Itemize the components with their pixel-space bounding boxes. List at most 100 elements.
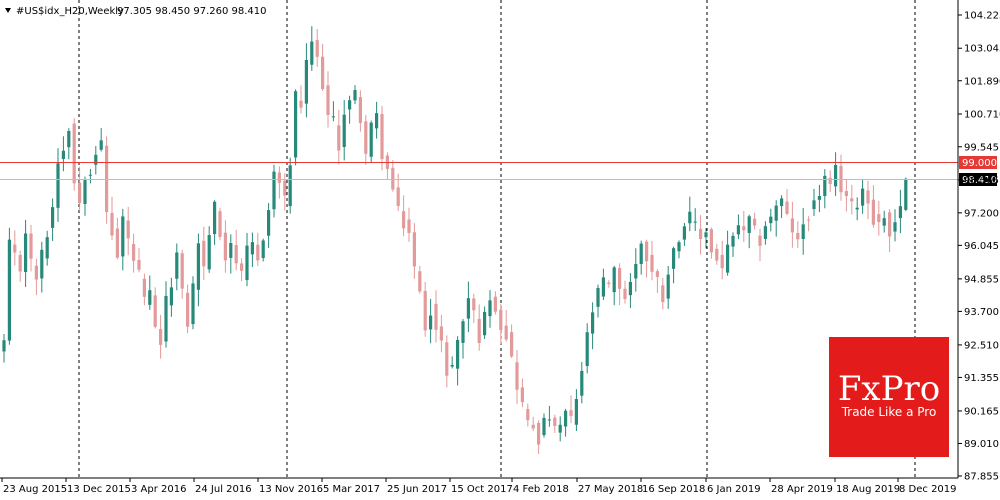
y-tick-label: 97.200 bbox=[964, 208, 999, 219]
candle-body bbox=[623, 288, 627, 300]
candle-body bbox=[445, 342, 449, 376]
x-tick-label: 18 Aug 2019 bbox=[836, 484, 900, 495]
candle-body bbox=[83, 180, 87, 205]
candle-body bbox=[834, 165, 838, 187]
candle-body bbox=[542, 417, 546, 436]
x-tick-label: 6 Jan 2019 bbox=[707, 484, 761, 495]
candle-body bbox=[337, 125, 341, 151]
candle-body bbox=[774, 205, 778, 221]
candle-body bbox=[850, 198, 854, 202]
candle-body bbox=[504, 325, 508, 340]
candle bbox=[294, 89, 298, 166]
candle-body bbox=[2, 340, 6, 352]
candle-body bbox=[56, 163, 60, 208]
candle-body bbox=[693, 221, 697, 223]
candle-body bbox=[218, 211, 222, 237]
candle-body bbox=[321, 56, 325, 90]
y-tick-label: 99.545 bbox=[964, 142, 999, 153]
candle-body bbox=[175, 252, 179, 279]
candle-body bbox=[666, 274, 670, 299]
candle-body bbox=[434, 303, 438, 330]
candle-body bbox=[699, 228, 703, 240]
candle-body bbox=[110, 212, 114, 236]
candle-body bbox=[45, 237, 49, 259]
fxpro-logo: FxPro Trade Like a Pro bbox=[829, 337, 949, 457]
candle-body bbox=[645, 241, 649, 262]
candle-body bbox=[364, 121, 368, 154]
candle-body bbox=[423, 291, 427, 331]
candle-body bbox=[229, 243, 233, 258]
candle-body bbox=[790, 218, 794, 233]
candle-body bbox=[294, 91, 298, 158]
chart-header: #US$idx_H20,Weekly 97.305 98.450 97.260 … bbox=[5, 6, 267, 17]
candle-body bbox=[375, 113, 379, 129]
x-tick-label: 5 Mar 2017 bbox=[323, 484, 380, 495]
candle-body bbox=[715, 248, 719, 261]
candle-body bbox=[720, 254, 724, 269]
candle-body bbox=[40, 249, 44, 279]
candle-body bbox=[196, 243, 200, 290]
candle-body bbox=[796, 232, 800, 240]
candle-body bbox=[24, 233, 28, 273]
candle-body bbox=[396, 187, 400, 206]
x-tick-label: 8 Dec 2019 bbox=[899, 484, 957, 495]
candle-body bbox=[358, 97, 362, 123]
candle-body bbox=[186, 292, 190, 327]
candle-body bbox=[142, 278, 146, 297]
candle-body bbox=[844, 191, 848, 197]
candle-body bbox=[520, 387, 524, 403]
candle-body bbox=[439, 326, 443, 341]
y-tick-label: 94.855 bbox=[964, 274, 999, 285]
x-tick-label: 16 Sep 2018 bbox=[642, 484, 705, 495]
candle-body bbox=[288, 165, 292, 207]
candle-body bbox=[148, 290, 152, 305]
candle-body bbox=[672, 248, 676, 269]
candle-body bbox=[67, 131, 71, 148]
candle-body bbox=[650, 254, 654, 272]
candle bbox=[7, 227, 11, 345]
candle-body bbox=[169, 287, 173, 306]
candle-body bbox=[310, 41, 314, 65]
candle-body bbox=[245, 245, 249, 281]
candle-body bbox=[855, 207, 859, 210]
candle-body bbox=[591, 312, 595, 334]
candle-body bbox=[893, 222, 897, 232]
candle-body bbox=[207, 235, 211, 270]
candle-body bbox=[763, 226, 767, 239]
candle-body bbox=[61, 150, 65, 159]
x-tick-label: 27 May 2018 bbox=[578, 484, 643, 495]
y-tick-label: 103.045 bbox=[964, 44, 1000, 55]
y-tick-label: 90.165 bbox=[964, 406, 999, 417]
x-tick-label: 13 Nov 2016 bbox=[259, 484, 323, 495]
x-tick-label: 25 Jun 2017 bbox=[387, 484, 447, 495]
candle-body bbox=[898, 206, 902, 219]
price-chart: 99.00098.410 104.225103.045101.890100.71… bbox=[0, 0, 1000, 500]
candle-body bbox=[580, 370, 584, 396]
candle bbox=[191, 276, 195, 330]
candle-body bbox=[213, 201, 217, 235]
candle-body bbox=[639, 243, 643, 264]
candle-body bbox=[812, 200, 816, 210]
level-tag-label: 99.000 bbox=[962, 158, 997, 169]
candle-body bbox=[618, 268, 622, 289]
candle-body bbox=[888, 212, 892, 237]
y-tick-label: 98.365 bbox=[964, 176, 999, 187]
candle-body bbox=[402, 211, 406, 229]
candle-body bbox=[126, 220, 130, 239]
y-tick-label: 101.890 bbox=[964, 76, 1000, 87]
candle-body bbox=[882, 218, 886, 226]
candle-body bbox=[153, 295, 157, 327]
y-tick-label: 92.510 bbox=[964, 340, 999, 351]
candle-body bbox=[596, 287, 600, 307]
candle-body bbox=[223, 232, 227, 261]
candle-body bbox=[78, 182, 82, 203]
candle bbox=[105, 136, 109, 224]
candle-body bbox=[483, 311, 487, 336]
candle-body bbox=[202, 240, 206, 267]
x-tick-label: 13 Dec 2015 bbox=[67, 484, 131, 495]
candle-body bbox=[904, 178, 908, 210]
candle-body bbox=[180, 253, 184, 289]
candle-body bbox=[731, 235, 735, 247]
candle-body bbox=[132, 244, 136, 261]
y-tick-label: 100.710 bbox=[964, 109, 1000, 120]
